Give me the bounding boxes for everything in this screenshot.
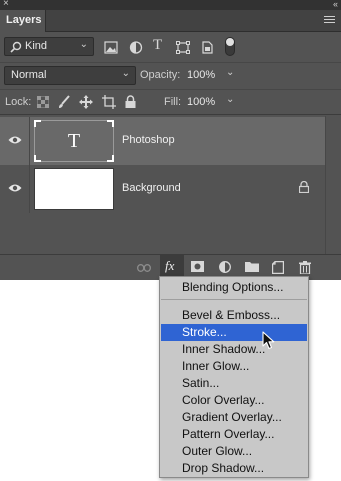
lock-icon: [299, 181, 309, 193]
adjustment-filter-icon[interactable]: [129, 41, 143, 54]
lock-label: Lock:: [5, 96, 32, 108]
opacity-chevron-icon[interactable]: ⌄: [226, 67, 234, 78]
fill-field[interactable]: 100%: [187, 96, 215, 108]
tab-layers[interactable]: Layers: [0, 10, 46, 32]
lock-transparent-pixels-icon[interactable]: [37, 96, 49, 108]
eye-icon[interactable]: [8, 135, 22, 145]
new-layer-icon[interactable]: [272, 261, 284, 274]
opacity-field[interactable]: 100%: [187, 69, 215, 81]
link-layers-icon[interactable]: [137, 264, 151, 272]
panel-title-strip: × ‹‹: [0, 0, 341, 10]
menu-item-satin[interactable]: Satin...: [161, 375, 307, 392]
chevron-down-icon: ⌄: [121, 68, 130, 79]
layer-style-menu: Blending Options... Bevel & Emboss... St…: [159, 276, 309, 478]
add-mask-icon[interactable]: [191, 261, 204, 272]
search-icon: [10, 41, 22, 53]
lock-artboard-icon[interactable]: [102, 95, 116, 109]
menu-item-stroke[interactable]: Stroke...: [161, 324, 307, 341]
menu-item-blending-options[interactable]: Blending Options...: [161, 279, 307, 296]
fx-label: fx: [165, 258, 175, 273]
lock-position-icon[interactable]: [79, 95, 93, 109]
new-group-icon[interactable]: [245, 261, 259, 272]
fill-label: Fill:: [164, 96, 182, 108]
panel-menu-icon[interactable]: [324, 16, 335, 25]
menu-item-pattern-overlay[interactable]: Pattern Overlay...: [161, 426, 307, 443]
pixel-filter-icon[interactable]: [104, 41, 118, 54]
close-panel-button[interactable]: ×: [3, 0, 9, 10]
layer-thumbnail-type: T: [34, 120, 114, 162]
menu-item-drop-shadow[interactable]: Drop Shadow...: [161, 460, 307, 477]
layer-name[interactable]: Photoshop: [122, 134, 175, 146]
chevron-down-icon: ⌄: [79, 39, 88, 50]
lock-row: Lock: Fill: 100% ⌄: [0, 89, 341, 115]
fill-chevron-icon[interactable]: ⌄: [226, 94, 234, 105]
opacity-label: Opacity:: [140, 69, 181, 81]
layer-row-background[interactable]: Background: [0, 165, 325, 213]
menu-separator: [161, 299, 307, 300]
tab-layers-label: Layers: [6, 14, 42, 26]
lock-image-pixels-icon[interactable]: [57, 95, 70, 109]
layers-panel: × ‹‹ Layers Kind ⌄ T Normal ⌄ Opacity: 1…: [0, 0, 341, 280]
menu-item-gradient-overlay[interactable]: Gradient Overlay...: [161, 409, 307, 426]
blend-mode-dropdown[interactable]: Normal ⌄: [4, 66, 136, 85]
type-filter-icon[interactable]: T: [153, 37, 162, 54]
menu-item-bevel-emboss[interactable]: Bevel & Emboss...: [161, 307, 307, 324]
layer-thumbnail-background: [34, 168, 114, 210]
shape-filter-icon[interactable]: [176, 41, 190, 54]
mouse-cursor-icon: [262, 331, 275, 350]
menu-item-inner-glow[interactable]: Inner Glow...: [161, 358, 307, 375]
visibility-divider: [29, 117, 30, 165]
visibility-divider: [29, 165, 30, 213]
panel-tab-row: Layers: [0, 10, 341, 32]
blend-mode-value: Normal: [11, 69, 47, 81]
kind-filter-dropdown[interactable]: Kind ⌄: [4, 37, 94, 56]
menu-item-color-overlay[interactable]: Color Overlay...: [161, 392, 307, 409]
smart-object-filter-icon[interactable]: [200, 41, 214, 54]
eye-icon[interactable]: [8, 183, 22, 193]
layer-row-photoshop[interactable]: T Photoshop: [0, 117, 325, 165]
lock-all-icon[interactable]: [125, 95, 136, 108]
filter-toggle[interactable]: [225, 37, 235, 56]
trash-icon[interactable]: [299, 261, 311, 274]
type-layer-glyph: T: [67, 130, 81, 152]
kind-filter-label: Kind: [25, 40, 48, 52]
collapse-panel-button[interactable]: ‹‹: [333, 0, 338, 10]
menu-item-outer-glow[interactable]: Outer Glow...: [161, 443, 307, 460]
filter-row: Kind ⌄ T: [0, 33, 341, 61]
menu-item-inner-shadow[interactable]: Inner Shadow...: [161, 341, 307, 358]
adjustment-layer-icon[interactable]: [219, 261, 231, 273]
layer-name[interactable]: Background: [122, 182, 181, 194]
blend-row: Normal ⌄ Opacity: 100% ⌄: [0, 62, 341, 88]
